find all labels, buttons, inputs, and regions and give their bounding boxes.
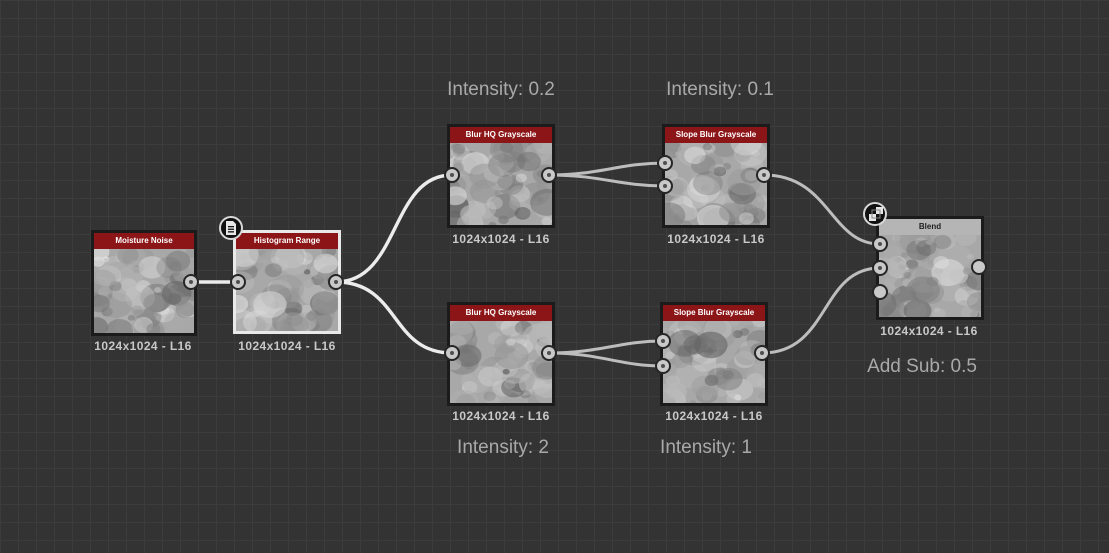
connection-wire[interactable]	[547, 173, 667, 188]
input-port[interactable]	[444, 167, 460, 183]
connection-wire[interactable]	[760, 266, 882, 355]
node-thumbnail	[665, 143, 767, 225]
node-resolution-label: 1024x1024 - L16	[452, 409, 550, 423]
node-title: Moisture Noise	[94, 233, 194, 249]
node-blur-hq-grayscale-top[interactable]: Blur HQ Grayscale	[447, 124, 555, 228]
node-resolution-label: 1024x1024 - L16	[665, 409, 763, 423]
input-port[interactable]	[657, 178, 673, 194]
input-port[interactable]	[655, 333, 671, 349]
connection-wire[interactable]	[547, 351, 665, 368]
node-blend[interactable]: Blend	[876, 216, 984, 320]
connection-wire[interactable]	[547, 161, 667, 177]
node-histogram-range[interactable]: Histogram Range	[233, 230, 341, 334]
node-title: Slope Blur Grayscale	[665, 127, 767, 143]
input-port[interactable]	[657, 155, 673, 171]
node-title: Histogram Range	[236, 233, 338, 249]
node-title: Blur HQ Grayscale	[450, 305, 552, 321]
output-port[interactable]	[756, 167, 772, 183]
node-graph-canvas[interactable]: Moisture Noise 1024x1024 - L16 Histogram…	[0, 0, 1109, 553]
output-port[interactable]	[971, 259, 987, 275]
parameter-label: Intensity: 2	[457, 437, 549, 458]
connection-wire[interactable]	[334, 173, 454, 284]
blend-mode-icon[interactable]	[863, 202, 887, 226]
node-resolution-label: 1024x1024 - L16	[452, 232, 550, 246]
output-port[interactable]	[541, 345, 557, 361]
input-port[interactable]	[230, 274, 246, 290]
parameter-label: Intensity: 0.2	[447, 79, 555, 100]
input-port-background[interactable]	[872, 260, 888, 276]
document-icon[interactable]	[219, 216, 243, 240]
input-port-mask[interactable]	[872, 284, 888, 300]
node-blur-hq-grayscale-bottom[interactable]: Blur HQ Grayscale	[447, 302, 555, 406]
input-port[interactable]	[655, 358, 671, 374]
node-thumbnail	[450, 143, 552, 225]
output-port[interactable]	[183, 274, 199, 290]
node-resolution-label: 1024x1024 - L16	[667, 232, 765, 246]
node-thumbnail	[450, 321, 552, 403]
node-thumbnail	[236, 249, 338, 331]
parameter-label: Intensity: 0.1	[666, 79, 774, 100]
parameter-label: Intensity: 1	[660, 437, 752, 458]
node-resolution-label: 1024x1024 - L16	[94, 339, 192, 353]
connection-wire[interactable]	[334, 280, 454, 355]
node-title: Slope Blur Grayscale	[663, 305, 765, 321]
input-port-foreground[interactable]	[872, 236, 888, 252]
node-resolution-label: 1024x1024 - L16	[238, 339, 336, 353]
node-slope-blur-grayscale-top[interactable]: Slope Blur Grayscale	[662, 124, 770, 228]
node-title: Blend	[879, 219, 981, 235]
parameter-label: Add Sub: 0.5	[867, 356, 977, 377]
output-port[interactable]	[328, 274, 344, 290]
output-port[interactable]	[754, 345, 770, 361]
node-thumbnail	[879, 235, 981, 317]
output-port[interactable]	[541, 167, 557, 183]
node-thumbnail	[94, 249, 194, 333]
connection-wire[interactable]	[547, 339, 665, 355]
node-slope-blur-grayscale-bottom[interactable]: Slope Blur Grayscale	[660, 302, 768, 406]
node-title: Blur HQ Grayscale	[450, 127, 552, 143]
input-port[interactable]	[444, 345, 460, 361]
node-resolution-label: 1024x1024 - L16	[880, 324, 978, 338]
node-thumbnail	[663, 321, 765, 403]
node-moisture-noise[interactable]: Moisture Noise	[91, 230, 197, 336]
